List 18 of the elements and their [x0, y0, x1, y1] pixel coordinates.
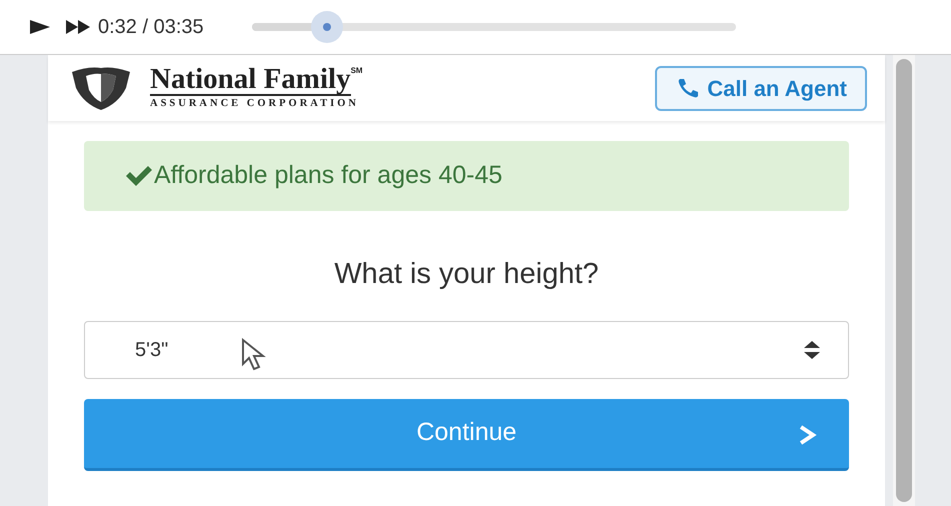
sort-arrows-icon [802, 340, 822, 360]
scrollbar[interactable] [893, 55, 915, 506]
checkmark-icon [124, 166, 154, 186]
slider-thumb[interactable] [310, 11, 343, 43]
fast-forward-icon[interactable] [66, 20, 90, 34]
playback-time: 0:32 / 03:35 [98, 15, 204, 40]
logo-title: National Family [150, 64, 351, 96]
height-select[interactable]: 5'3" [84, 320, 849, 378]
phone-icon [677, 78, 700, 98]
chevron-right-icon [797, 424, 817, 444]
logo-subtitle: ASSURANCE CORPORATION [150, 96, 360, 111]
question-heading: What is your height? [333, 257, 600, 292]
scrollbar-thumb[interactable] [896, 59, 912, 502]
alert-text: Affordable plans for ages 40-45 [154, 160, 502, 192]
continue-button[interactable]: Continue [84, 398, 849, 470]
service-mark: SM [350, 66, 363, 75]
play-icon[interactable] [30, 20, 50, 34]
call-agent-button[interactable]: Call an Agent [655, 66, 867, 110]
